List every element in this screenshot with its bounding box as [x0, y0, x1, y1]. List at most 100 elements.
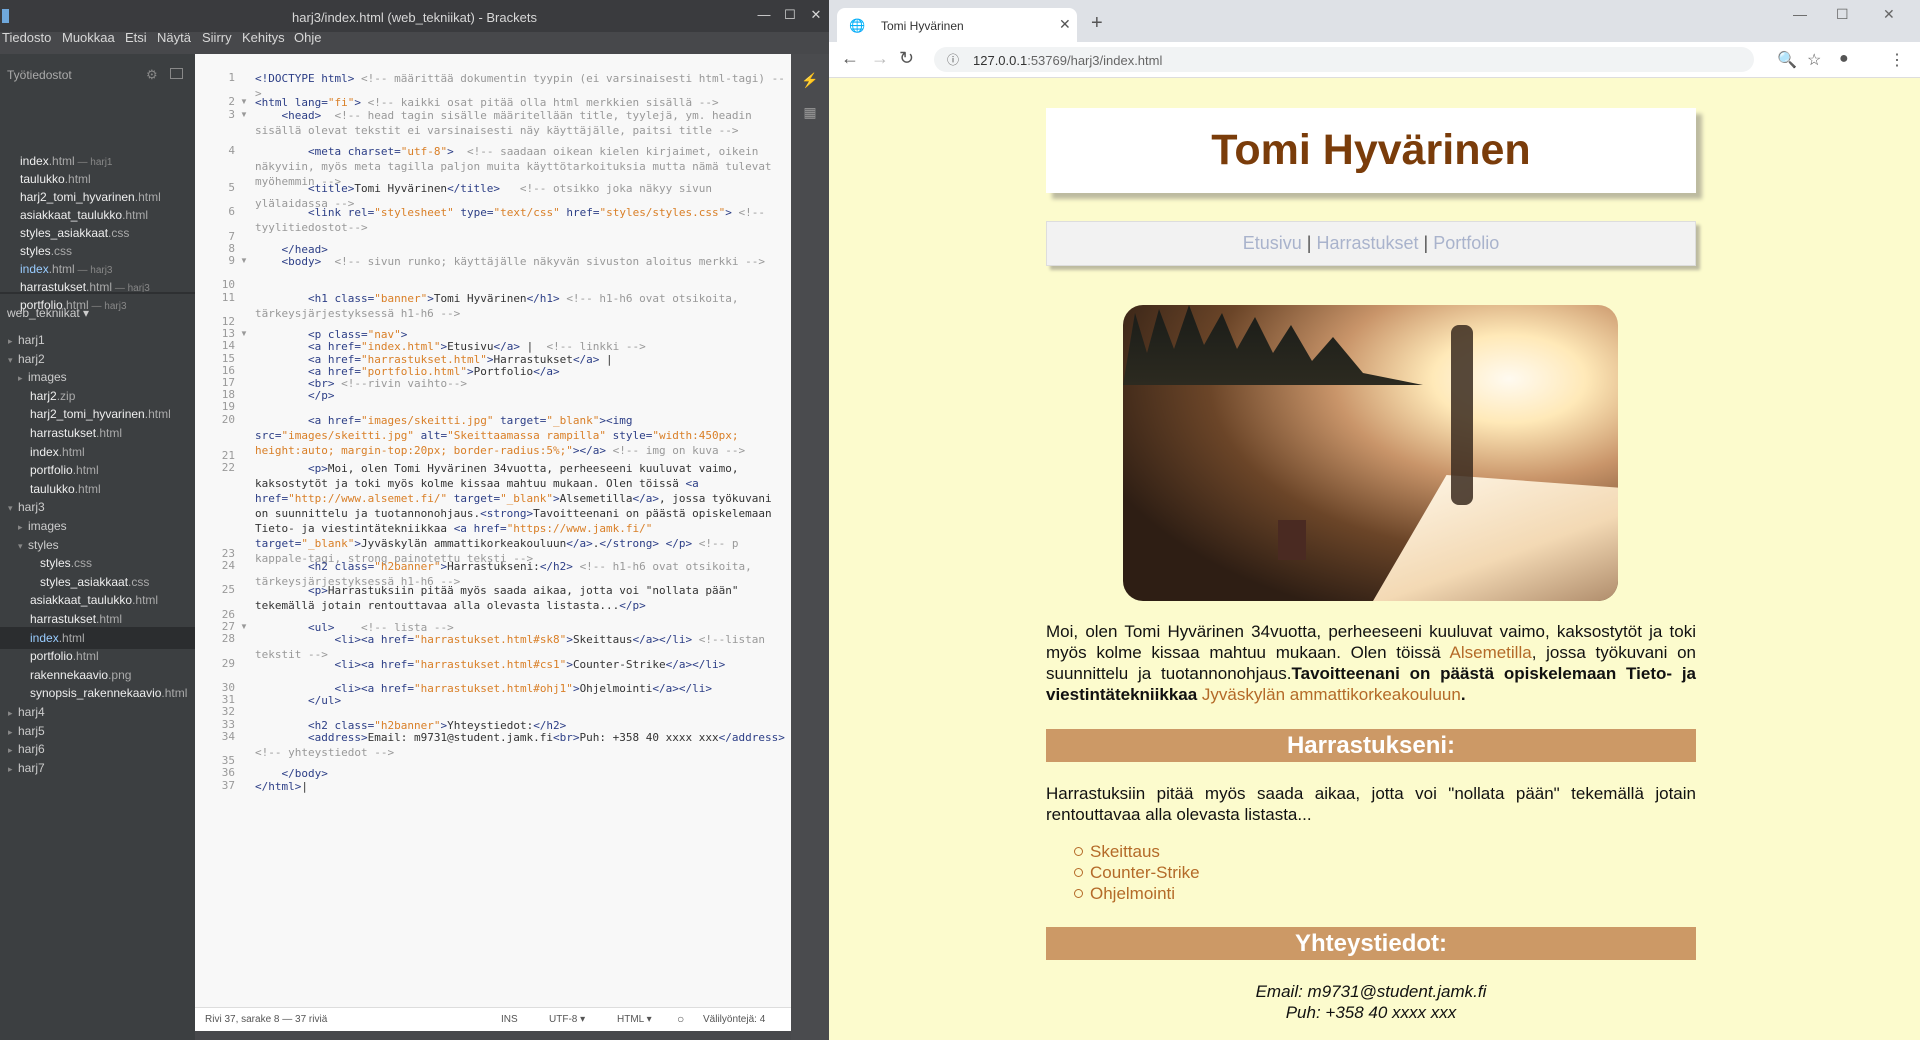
browser-toolbar: ← → ↻ ⓘ 127.0.0.1:53769/harj3/index.html…	[829, 42, 1920, 78]
nav-separator: |	[1418, 233, 1434, 253]
line-number: 26	[221, 607, 235, 621]
menu-etsi[interactable]: Etsi	[125, 30, 147, 45]
code-line[interactable]: <body> <!-- sivun runko; käyttäjälle näk…	[255, 254, 785, 269]
tab-title: Tomi Hyvärinen	[881, 19, 964, 33]
line-number: 2	[228, 95, 235, 109]
working-file-item[interactable]: styles.css	[20, 244, 72, 264]
line-number: 11	[221, 290, 235, 304]
encoding-select[interactable]: UTF-8 ▾	[549, 1014, 585, 1025]
photo-ramp	[1373, 475, 1618, 601]
brackets-window-title: harj3/index.html (web_tekniikat) - Brack…	[292, 10, 537, 25]
code-line[interactable]: <p>Moi, olen Tomi Hyvärinen 34vuotta, pe…	[255, 461, 785, 566]
tab-tomi-hyvarinen[interactable]: 🌐 Tomi Hyvärinen ✕	[837, 8, 1077, 42]
code-line[interactable]: <li><a href="harrastukset.html#cs1">Coun…	[255, 657, 785, 672]
close-icon[interactable]: ✕	[1883, 6, 1895, 23]
split-view-icon[interactable]	[170, 68, 183, 79]
nav-link-portfolio[interactable]: Portfolio	[1433, 233, 1499, 253]
code-line[interactable]: <address>Email: m9731@student.jamk.fi<br…	[255, 730, 785, 760]
menu-ohje[interactable]: Ohje	[294, 30, 321, 45]
tree-folder[interactable]: ▸ harj7	[0, 757, 195, 779]
code-line[interactable]: </p>	[255, 388, 785, 403]
nav-link-etusivu[interactable]: Etusivu	[1243, 233, 1302, 253]
page-nav: Etusivu | Harrastukset | Portfolio	[1046, 221, 1696, 266]
forward-icon[interactable]: →	[871, 48, 889, 69]
info-icon[interactable]: ⓘ	[947, 51, 959, 68]
sidebar: Työtiedostot ⚙ index.html — harj1 taulukk…	[0, 54, 195, 1040]
code-line[interactable]: <head> <!-- head tagin sisälle määritell…	[255, 108, 785, 138]
line-number: 27	[221, 620, 235, 633]
line-number: 5	[228, 180, 235, 194]
address-bar[interactable]: ⓘ 127.0.0.1:53769/harj3/index.html	[934, 47, 1754, 72]
alsemet-link[interactable]: Alsemetilla	[1450, 643, 1532, 662]
indent-setting[interactable]: Välilyöntejä: 4	[703, 1014, 765, 1025]
code-line[interactable]: </html>|	[255, 779, 785, 794]
skateboard-photo[interactable]	[1123, 305, 1618, 601]
brackets-titlebar: harj3/index.html (web_tekniikat) - Brack…	[0, 0, 829, 32]
hobbies-heading: Harrastukseni:	[1046, 729, 1696, 762]
right-toolbar: ⚡ ▦	[791, 54, 829, 1040]
fold-arrow-icon[interactable]: ▼	[240, 97, 248, 106]
working-file-item[interactable]: taulukko.html	[20, 172, 91, 192]
reload-icon[interactable]: ↻	[899, 48, 914, 69]
menu-muokkaa[interactable]: Muokkaa	[62, 30, 115, 45]
list-item[interactable]: Skeittaus	[1074, 841, 1200, 862]
code-line[interactable]: </ul>	[255, 693, 785, 708]
extension-manager-icon[interactable]: ▦	[800, 104, 820, 122]
code-line[interactable]: <p>Harrastuksiin pitää myös saada aikaa,…	[255, 583, 785, 613]
language-select[interactable]: HTML ▾	[617, 1014, 652, 1025]
menu-kehitys[interactable]: Kehitys	[242, 30, 285, 45]
minimize-icon[interactable]: —	[1793, 6, 1807, 22]
fold-arrow-icon[interactable]: ▼	[240, 110, 248, 119]
new-tab-icon[interactable]: +	[1091, 12, 1103, 35]
line-number: 21	[221, 449, 235, 463]
photo-bin	[1278, 520, 1306, 560]
line-number: 34	[221, 729, 235, 743]
lint-status-icon[interactable]: ○	[677, 1012, 684, 1026]
hobbies-paragraph: Harrastuksiin pitää myös saada aikaa, jo…	[1046, 784, 1696, 824]
minimize-icon[interactable]: —	[752, 4, 776, 26]
list-item[interactable]: Ohjelmointi	[1074, 883, 1200, 904]
menu-nayta[interactable]: Näytä	[157, 30, 191, 45]
bookmark-star-icon[interactable]: ☆	[1807, 50, 1821, 70]
line-number: 25	[221, 583, 235, 597]
nav-link-harrastukset[interactable]: Harrastukset	[1316, 233, 1418, 253]
working-file-item[interactable]: asiakkaat_taulukko.html	[20, 208, 148, 228]
maximize-icon[interactable]: ☐	[778, 4, 802, 26]
project-dropdown[interactable]: web_tekniikat ▾	[7, 306, 89, 320]
url-text: 127.0.0.1:53769/harj3/index.html	[973, 53, 1163, 68]
fold-arrow-icon[interactable]: ▼	[240, 329, 248, 338]
line-number: 4	[228, 144, 235, 158]
line-number: 8	[228, 241, 235, 255]
fold-arrow-icon[interactable]: ▼	[240, 256, 248, 265]
line-number: 23	[221, 546, 235, 560]
line-number: 19	[221, 400, 235, 414]
close-icon[interactable]: ✕	[804, 4, 828, 26]
code-editor[interactable]: 1 <!DOCTYPE html> <!-- määrittää dokument…	[195, 54, 791, 1007]
working-file-item[interactable]: harrastukset.html — harj3	[20, 280, 150, 300]
maximize-icon[interactable]: ☐	[1836, 6, 1849, 23]
menu-tiedosto[interactable]: Tiedosto	[2, 30, 51, 45]
working-files-header: Työtiedostot	[7, 68, 72, 82]
working-file-item[interactable]: index.html — harj1	[20, 154, 113, 174]
line-number: 29	[221, 656, 235, 670]
working-file-item[interactable]: harj2_tomi_hyvarinen.html	[20, 190, 161, 210]
list-item[interactable]: Counter-Strike	[1074, 862, 1200, 883]
back-icon[interactable]: ←	[841, 48, 859, 69]
zoom-icon[interactable]: 🔍	[1777, 50, 1797, 70]
working-file-item[interactable]: styles_asiakkaat.css	[20, 226, 129, 246]
jamk-link[interactable]: Jyväskylän ammattikorkeakouluun	[1202, 685, 1461, 704]
insert-mode[interactable]: INS	[501, 1014, 518, 1025]
code-line[interactable]: <a href="images/skeitti.jpg" target="_bl…	[255, 413, 785, 458]
profile-icon[interactable]: ●	[1839, 50, 1849, 68]
cursor-position: Rivi 37, sarake 8 — 37 riviä	[205, 1014, 328, 1025]
working-file-item[interactable]: index.html — harj3	[20, 262, 113, 282]
code-line[interactable]: <link rel="stylesheet" type="text/css" h…	[255, 205, 785, 235]
fold-arrow-icon[interactable]: ▼	[240, 622, 248, 631]
line-number: 37	[221, 778, 235, 792]
live-preview-icon[interactable]: ⚡	[800, 72, 820, 90]
menu-kebab-icon[interactable]: ⋮	[1889, 50, 1905, 70]
close-tab-icon[interactable]: ✕	[1059, 16, 1071, 33]
gear-icon[interactable]: ⚙	[146, 67, 158, 83]
menu-siirry[interactable]: Siirry	[202, 30, 232, 45]
code-line[interactable]: <h1 class="banner">Tomi Hyvärinen</h1> <…	[255, 291, 785, 321]
